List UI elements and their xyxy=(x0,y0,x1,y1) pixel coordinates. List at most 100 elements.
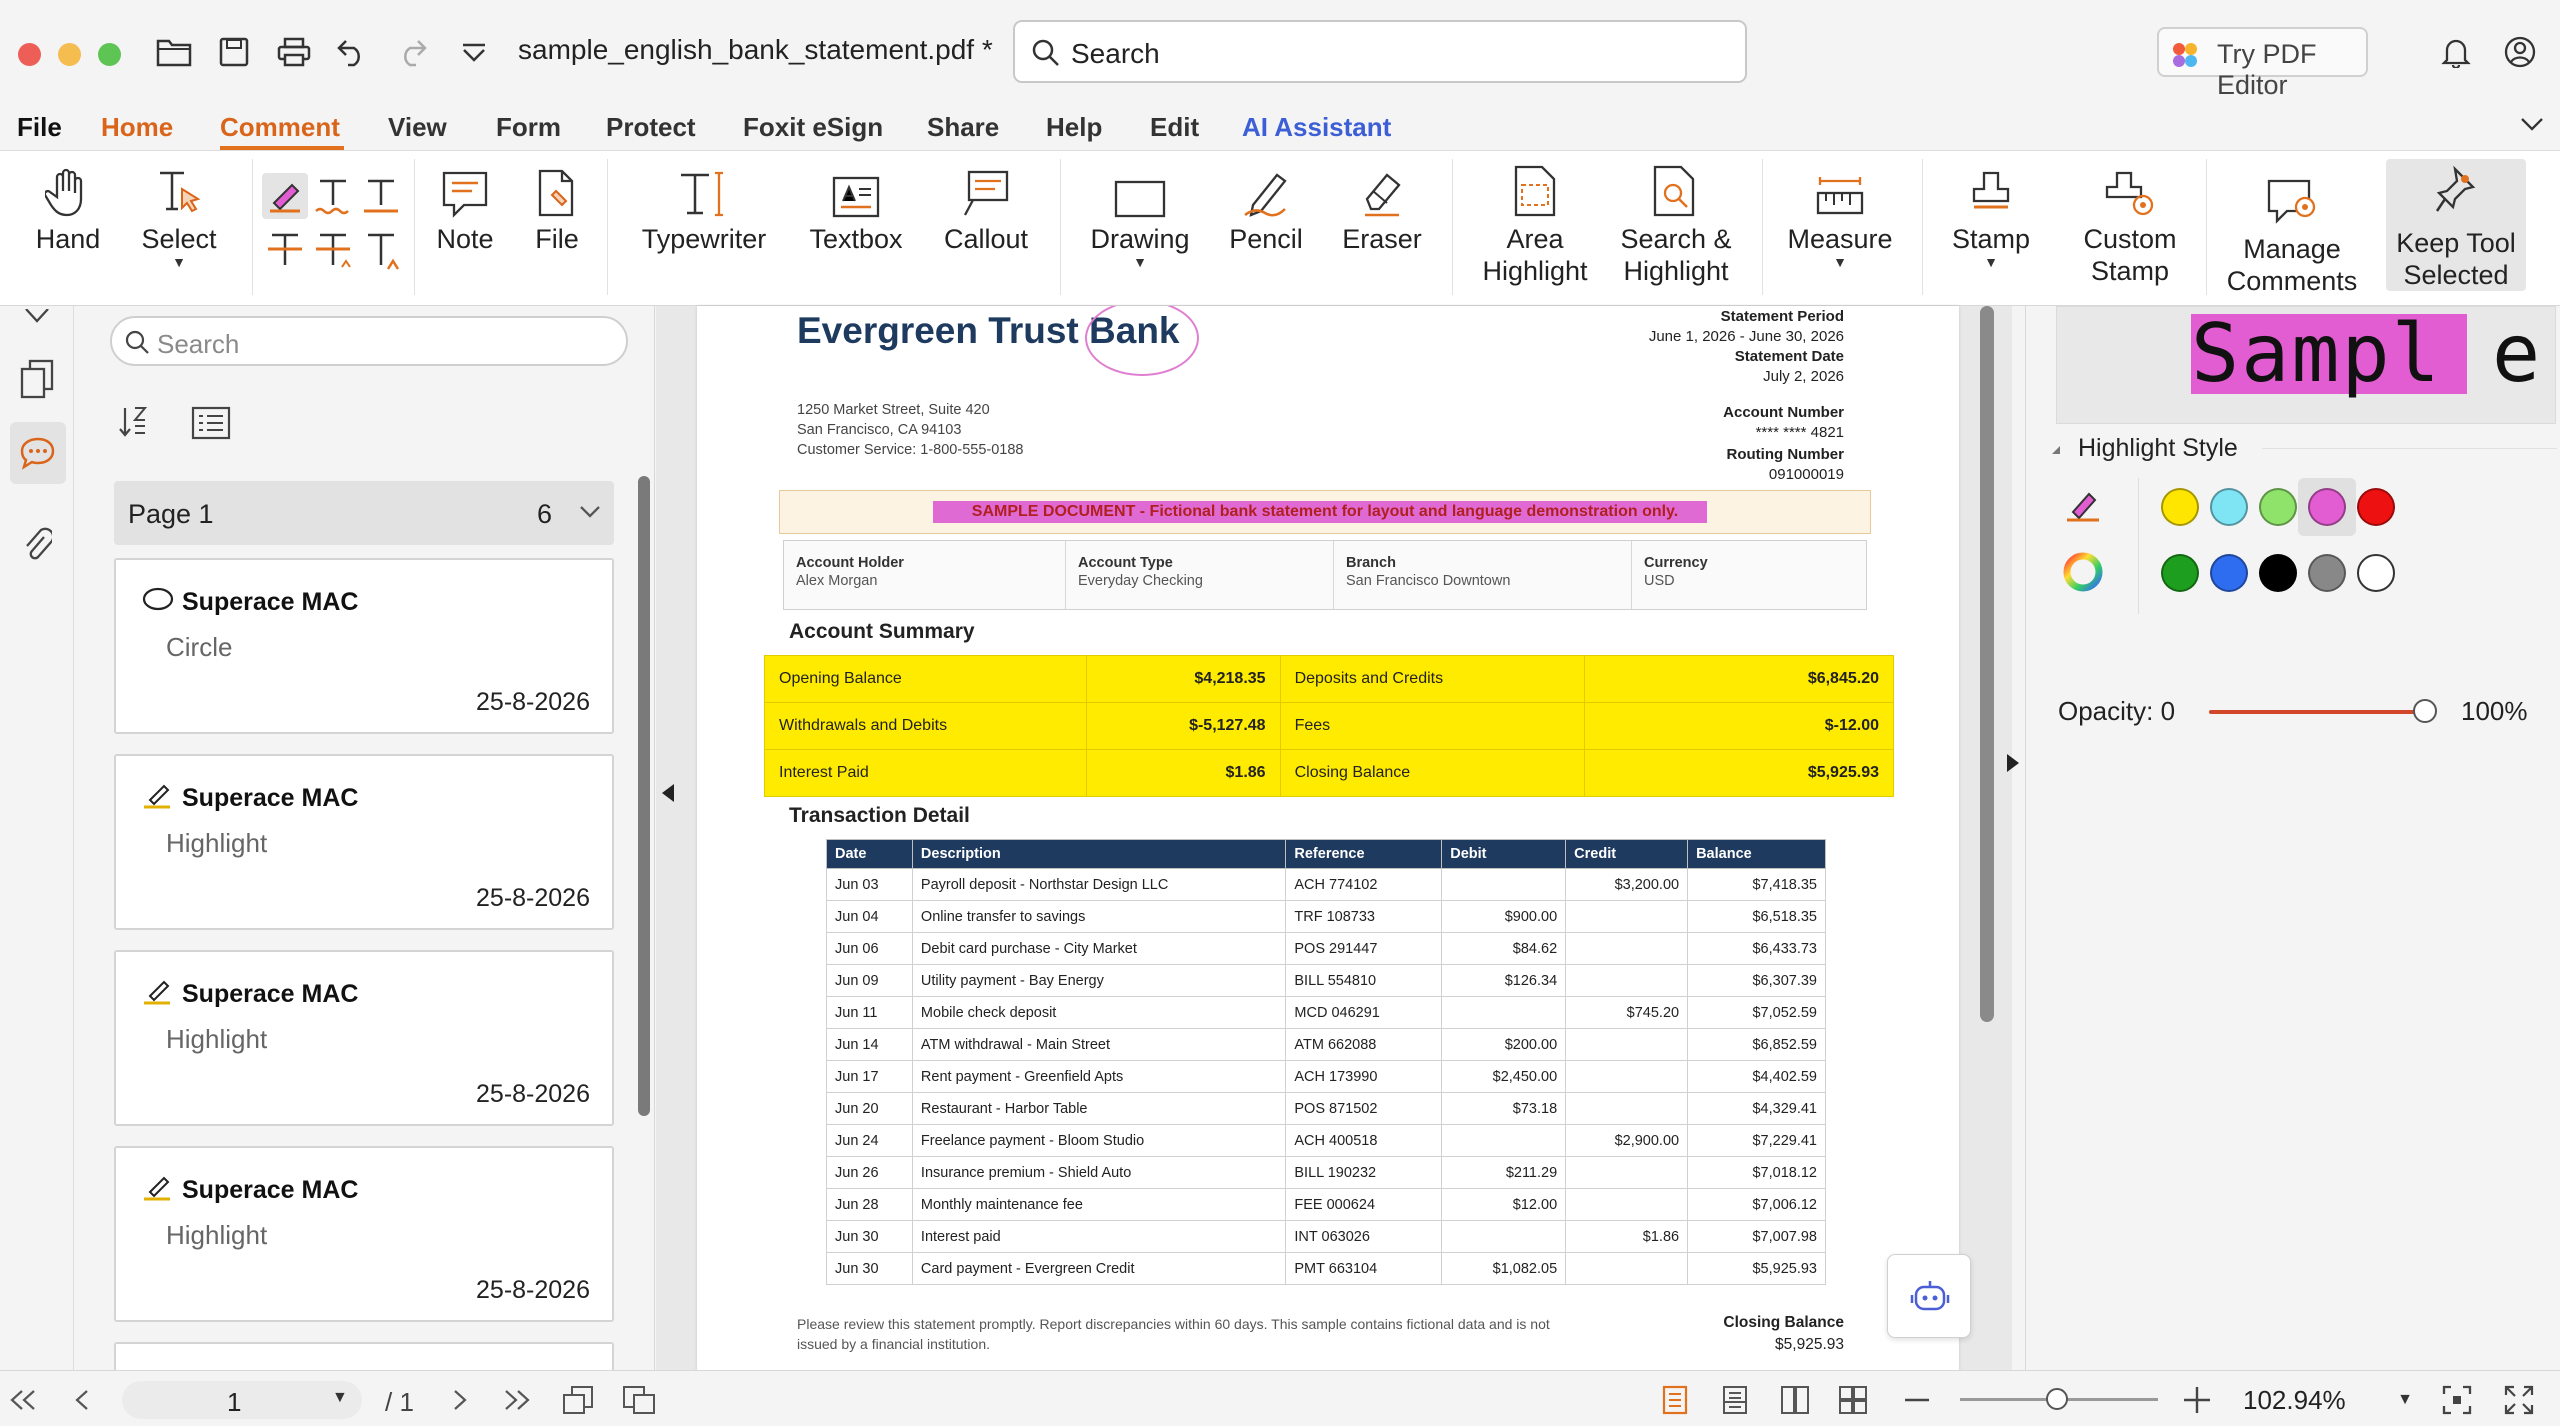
opacity-slider-track[interactable] xyxy=(2209,710,2431,714)
squiggly-underline-tool-button[interactable] xyxy=(310,173,356,219)
close-window-button[interactable] xyxy=(18,43,41,66)
sort-icon[interactable] xyxy=(117,404,153,440)
document-scrollbar[interactable] xyxy=(1980,306,1994,1022)
color-swatch[interactable] xyxy=(2210,554,2248,592)
stamp-dropdown-icon[interactable]: ▼ xyxy=(1944,255,2038,269)
keep-tool-selected-button[interactable]: Keep Tool Selected xyxy=(2386,159,2526,291)
collapse-ribbon-icon[interactable] xyxy=(2520,116,2544,132)
insert-text-tool-button[interactable] xyxy=(358,227,404,273)
facing-view-icon[interactable] xyxy=(1778,1383,1812,1417)
underline-tool-button[interactable] xyxy=(358,173,404,219)
zoom-in-icon[interactable] xyxy=(2180,1383,2214,1417)
pencil-tool-button[interactable]: Pencil xyxy=(1228,161,1304,255)
menu-comment[interactable]: Comment xyxy=(220,112,340,143)
next-view-icon[interactable] xyxy=(622,1383,656,1417)
collapse-left-panel-icon[interactable] xyxy=(660,782,676,804)
bookmark-icon[interactable] xyxy=(14,296,60,342)
zoom-slider-thumb[interactable] xyxy=(2046,1388,2068,1410)
account-summary-highlight[interactable]: Opening Balance $4,218.35 Deposits and Cre… xyxy=(764,655,1894,797)
opacity-slider-thumb[interactable] xyxy=(2413,699,2437,723)
ai-assistant-button[interactable] xyxy=(1887,1254,1971,1338)
menu-foxit-esign[interactable]: Foxit eSign xyxy=(743,112,883,143)
zoom-dropdown-icon[interactable]: ▼ xyxy=(2388,1383,2422,1417)
continuous-view-icon[interactable] xyxy=(1718,1383,1752,1417)
first-page-icon[interactable] xyxy=(6,1383,40,1417)
comment-card[interactable]: Superace MAC Circle 25-8-2026 xyxy=(114,558,614,734)
open-folder-icon[interactable] xyxy=(152,30,196,74)
last-page-icon[interactable] xyxy=(500,1383,534,1417)
comment-card[interactable]: Superace MAC Highlight 25-8-2026 xyxy=(114,754,614,930)
callout-tool-button[interactable]: Callout xyxy=(940,161,1032,255)
color-swatch[interactable] xyxy=(2210,488,2248,526)
comment-card[interactable]: Superace MAC Highlight 25-8-2026 xyxy=(114,1146,614,1322)
comment-card[interactable]: Superace MAC Highlight 25-8-2026 xyxy=(114,950,614,1126)
file-attachment-tool-button[interactable]: File xyxy=(528,161,586,255)
color-swatch[interactable] xyxy=(2308,554,2346,592)
stamp-tool-button[interactable]: Stamp ▼ xyxy=(1944,161,2038,269)
menu-protect[interactable]: Protect xyxy=(606,112,696,143)
menu-ai-assistant[interactable]: AI Assistant xyxy=(1242,112,1391,143)
menu-edit[interactable]: Edit xyxy=(1150,112,1199,143)
menu-form[interactable]: Form xyxy=(496,112,561,143)
collapse-section-icon[interactable] xyxy=(2050,444,2062,456)
measure-dropdown-icon[interactable]: ▼ xyxy=(1784,255,1896,269)
color-swatch[interactable] xyxy=(2357,488,2395,526)
color-swatch[interactable] xyxy=(2259,488,2297,526)
textbox-tool-button[interactable]: Textbox xyxy=(806,161,906,255)
replace-text-tool-button[interactable] xyxy=(310,227,356,273)
note-tool-button[interactable]: Note xyxy=(430,161,500,255)
notifications-bell-icon[interactable] xyxy=(2434,30,2478,74)
page-number-input[interactable]: 1 ▼ xyxy=(122,1381,362,1419)
select-tool-button[interactable]: Select ▼ xyxy=(136,161,222,269)
comments-search-input[interactable]: Search xyxy=(110,316,628,366)
undo-icon[interactable] xyxy=(330,30,374,74)
page-dropdown-icon[interactable]: ▼ xyxy=(332,1389,348,1407)
manage-comments-button[interactable]: Manage Comments xyxy=(2222,161,2362,297)
color-swatch[interactable] xyxy=(2357,554,2395,592)
comments-panel-icon[interactable] xyxy=(10,422,66,484)
custom-stamp-tool-button[interactable]: Custom Stamp xyxy=(2068,161,2192,287)
color-swatch[interactable] xyxy=(2259,554,2297,592)
attachments-paperclip-icon[interactable] xyxy=(14,520,60,566)
redo-icon[interactable] xyxy=(390,30,434,74)
select-dropdown-icon[interactable]: ▼ xyxy=(136,255,222,269)
color-swatch[interactable] xyxy=(2161,554,2199,592)
previous-view-icon[interactable] xyxy=(562,1383,596,1417)
comments-page-group-header[interactable]: Page 1 6 xyxy=(114,481,614,545)
eraser-tool-button[interactable]: Eraser xyxy=(1338,161,1426,255)
full-screen-icon[interactable] xyxy=(2502,1383,2536,1417)
color-swatch[interactable] xyxy=(2161,488,2199,526)
highlight-tool-button[interactable] xyxy=(262,173,308,219)
drawing-dropdown-icon[interactable]: ▼ xyxy=(1088,255,1192,269)
zoom-level[interactable]: 102.94% xyxy=(2243,1385,2346,1416)
previous-page-icon[interactable] xyxy=(66,1383,100,1417)
print-icon[interactable] xyxy=(272,30,316,74)
save-icon[interactable] xyxy=(212,30,256,74)
maximize-window-button[interactable] xyxy=(98,43,121,66)
next-page-icon[interactable] xyxy=(442,1383,476,1417)
menu-home[interactable]: Home xyxy=(101,112,173,143)
filter-list-icon[interactable] xyxy=(191,406,231,440)
menu-file[interactable]: File xyxy=(17,112,62,143)
drawing-tool-button[interactable]: Drawing ▼ xyxy=(1088,161,1192,269)
try-pdf-editor-button[interactable]: Try PDF Editor xyxy=(2157,27,2368,100)
single-page-view-icon[interactable] xyxy=(1658,1383,1692,1417)
comments-scrollbar[interactable] xyxy=(638,476,650,1116)
search-highlight-tool-button[interactable]: Search & Highlight xyxy=(1616,161,1736,287)
chevron-down-icon[interactable] xyxy=(579,505,601,519)
custom-color-wheel-icon[interactable] xyxy=(2063,552,2103,592)
zoom-out-icon[interactable] xyxy=(1900,1383,1934,1417)
circle-annotation[interactable] xyxy=(1085,306,1199,376)
measure-tool-button[interactable]: Measure ▼ xyxy=(1784,161,1896,269)
continuous-facing-view-icon[interactable] xyxy=(1836,1383,1870,1417)
strikeout-tool-button[interactable] xyxy=(262,227,308,273)
hand-tool-button[interactable]: Hand xyxy=(30,161,106,255)
menu-view[interactable]: View xyxy=(388,112,447,143)
menu-share[interactable]: Share xyxy=(927,112,999,143)
pages-thumbnail-icon[interactable] xyxy=(14,356,60,402)
area-highlight-tool-button[interactable]: Area Highlight xyxy=(1476,161,1594,287)
quick-access-dropdown-icon[interactable] xyxy=(452,30,496,74)
typewriter-tool-button[interactable]: Typewriter xyxy=(636,161,772,255)
minimize-window-button[interactable] xyxy=(58,43,81,66)
color-swatch[interactable] xyxy=(2308,488,2346,526)
